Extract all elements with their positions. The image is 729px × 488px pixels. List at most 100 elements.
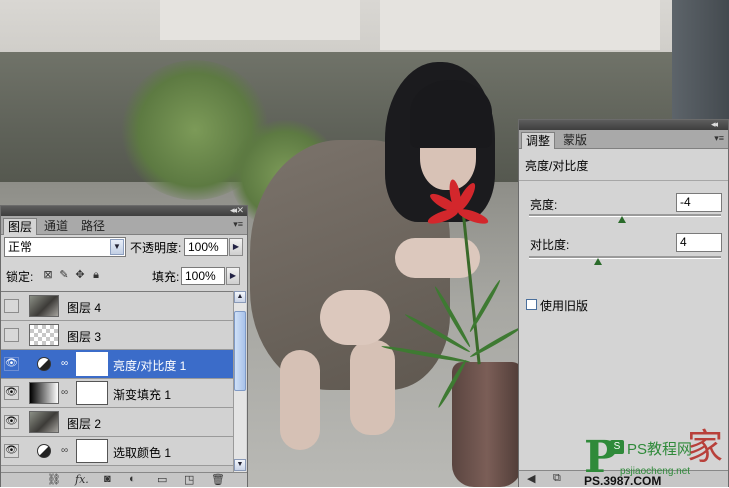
trash-icon[interactable]: 🗑︎ [211, 473, 225, 486]
contrast-input[interactable]: 4 [676, 233, 722, 252]
adjustment-layer-icon [37, 444, 51, 458]
tab-channels[interactable]: 通道 [40, 218, 72, 234]
layer-thumbnail [29, 295, 59, 317]
lock-brush-icon[interactable]: ✎ [58, 268, 70, 281]
panel-menu-icon[interactable]: ▾≡ [233, 219, 243, 230]
scroll-down-icon[interactable]: ▼ [234, 459, 246, 471]
group-icon[interactable]: ▭ [157, 473, 167, 486]
layer-row-3[interactable]: 图层 3 [1, 321, 233, 350]
opacity-label: 不透明度: [130, 241, 182, 255]
girl-leg [280, 350, 320, 450]
layer-row-selective-color[interactable]: 👁︎ ∞ 选取颜色 1 [1, 437, 233, 466]
girl-bangs [410, 80, 492, 148]
scroll-up-icon[interactable]: ▲ [234, 291, 246, 303]
opacity-input[interactable]: 100% [184, 238, 228, 256]
close-icon[interactable]: ✕ [236, 205, 244, 216]
girl-arm [320, 290, 390, 345]
lock-transparent-icon[interactable]: ⊠ [42, 268, 54, 281]
opacity-slider-button[interactable]: ▶ [229, 238, 243, 256]
eye-icon[interactable]: 👁︎ [4, 357, 19, 371]
panel-titlebar[interactable]: ◂◂ ✕ [1, 205, 247, 216]
brightness-slider-handle[interactable] [618, 216, 627, 223]
background-building [160, 0, 360, 40]
layer-mask-thumbnail[interactable] [76, 439, 108, 463]
fill-label: 填充: [152, 270, 180, 284]
eye-icon[interactable]: 👁︎ [4, 386, 19, 400]
layer-name[interactable]: 图层 3 [67, 328, 101, 345]
layer-row-gradient-fill[interactable]: 👁︎ ∞ 渐变填充 1 [1, 379, 233, 408]
adjustments-panel-tabs: 调整 蒙版 ▾≡ [519, 130, 728, 149]
adjustment-layer-icon [37, 357, 51, 371]
back-arrow-icon[interactable]: ◀ [527, 472, 535, 485]
gradient-thumbnail [29, 382, 59, 404]
layer-name[interactable]: 图层 4 [67, 299, 101, 316]
flower-pot [452, 362, 522, 487]
layers-bottom-toolbar: ⛓ fx. ◙ ◐ ▭ ◳ 🗑︎ [1, 472, 247, 487]
layer-thumbnail [29, 324, 59, 346]
watermark-secondary-site: PS.3987.COM [584, 474, 662, 488]
link-chain-icon[interactable]: ∞ [61, 445, 68, 456]
layers-list: 图层 4 图层 3 👁︎ ∞ 亮度/对比度 1 👁︎ ∞ 渐变填充 1 👁︎ 图… [1, 291, 233, 473]
mask-icon[interactable]: ◙ [104, 473, 111, 485]
layer-name[interactable]: 选取颜色 1 [113, 444, 171, 461]
watermark-big-char: 家 [687, 427, 724, 468]
layer-name[interactable]: 图层 2 [67, 415, 101, 432]
link-icon[interactable]: ⛓ [47, 473, 61, 486]
legacy-checkbox[interactable] [526, 299, 537, 310]
brightness-label: 亮度: [530, 198, 558, 212]
adjustment-icon[interactable]: ◐ [129, 473, 136, 485]
red-flower [426, 178, 490, 232]
adjustment-title: 亮度/对比度 [525, 159, 589, 173]
layer-mask-thumbnail[interactable] [76, 352, 108, 376]
watermark-s-box: S [610, 440, 624, 454]
brightness-input[interactable]: -4 [676, 193, 722, 212]
girl-leg [350, 340, 395, 435]
tab-layers[interactable]: 图层 [3, 218, 38, 235]
site-watermark: P S PS教程网 家 psjiaocheng.net PS.3987.COM [582, 428, 729, 488]
fill-input[interactable]: 100% [181, 267, 225, 285]
visibility-toggle[interactable] [4, 328, 19, 342]
panel-titlebar[interactable]: ◂◂ [519, 119, 728, 130]
chevron-down-icon[interactable]: ▼ [110, 239, 124, 255]
background-building [380, 0, 660, 50]
layer-row-brightness-contrast[interactable]: 👁︎ ∞ 亮度/对比度 1 [1, 350, 233, 379]
panel-menu-icon[interactable]: ▾≡ [714, 133, 724, 144]
flower-petal [426, 206, 460, 227]
eye-icon[interactable]: 👁︎ [4, 415, 19, 429]
eye-icon[interactable]: 👁︎ [4, 444, 19, 458]
layer-row-4[interactable]: 图层 4 [1, 292, 233, 321]
contrast-slider-handle[interactable] [594, 258, 603, 265]
layers-panel-tabs: 图层 通道 路径 ▾≡ [1, 216, 247, 235]
flower-petal [456, 206, 490, 227]
contrast-slider-track[interactable] [529, 256, 721, 259]
contrast-label: 对比度: [530, 238, 570, 252]
fx-icon[interactable]: fx. [75, 473, 89, 486]
collapse-icon[interactable]: ◂◂ [711, 119, 718, 130]
legacy-label[interactable]: 使用旧版 [540, 297, 588, 314]
collapse-icon[interactable]: ◂◂ [230, 205, 237, 216]
fill-slider-button[interactable]: ▶ [226, 267, 240, 285]
divider [519, 180, 728, 181]
link-chain-icon[interactable]: ∞ [61, 358, 68, 369]
layer-thumbnail [29, 411, 59, 433]
new-layer-icon[interactable]: ◳ [184, 473, 194, 486]
layer-mask-thumbnail[interactable] [76, 381, 108, 405]
layer-name[interactable]: 亮度/对比度 1 [113, 357, 186, 374]
lock-label: 锁定: [6, 270, 34, 284]
lock-move-icon[interactable]: ✥ [74, 268, 86, 281]
tab-paths[interactable]: 路径 [77, 218, 109, 234]
layers-scrollbar[interactable]: ▲ ▼ [233, 291, 246, 472]
visibility-toggle[interactable] [4, 299, 19, 313]
watermark-site-name: PS教程网 [627, 441, 693, 458]
lock-all-icon[interactable]: 🔒︎ [90, 269, 102, 282]
layer-row-2[interactable]: 👁︎ 图层 2 [1, 408, 233, 437]
scroll-thumb[interactable] [234, 311, 246, 391]
link-chain-icon[interactable]: ∞ [61, 387, 68, 398]
tab-adjustments[interactable]: 调整 [521, 132, 556, 149]
pillar [672, 0, 729, 120]
blend-row: 正常 ▼ 不透明度: 100% ▶ [4, 237, 244, 259]
layer-name[interactable]: 渐变填充 1 [113, 386, 171, 403]
blend-mode-select[interactable]: 正常 ▼ [4, 237, 126, 257]
tab-masks[interactable]: 蒙版 [559, 132, 591, 148]
expand-view-icon[interactable]: ⧉ [553, 472, 561, 485]
